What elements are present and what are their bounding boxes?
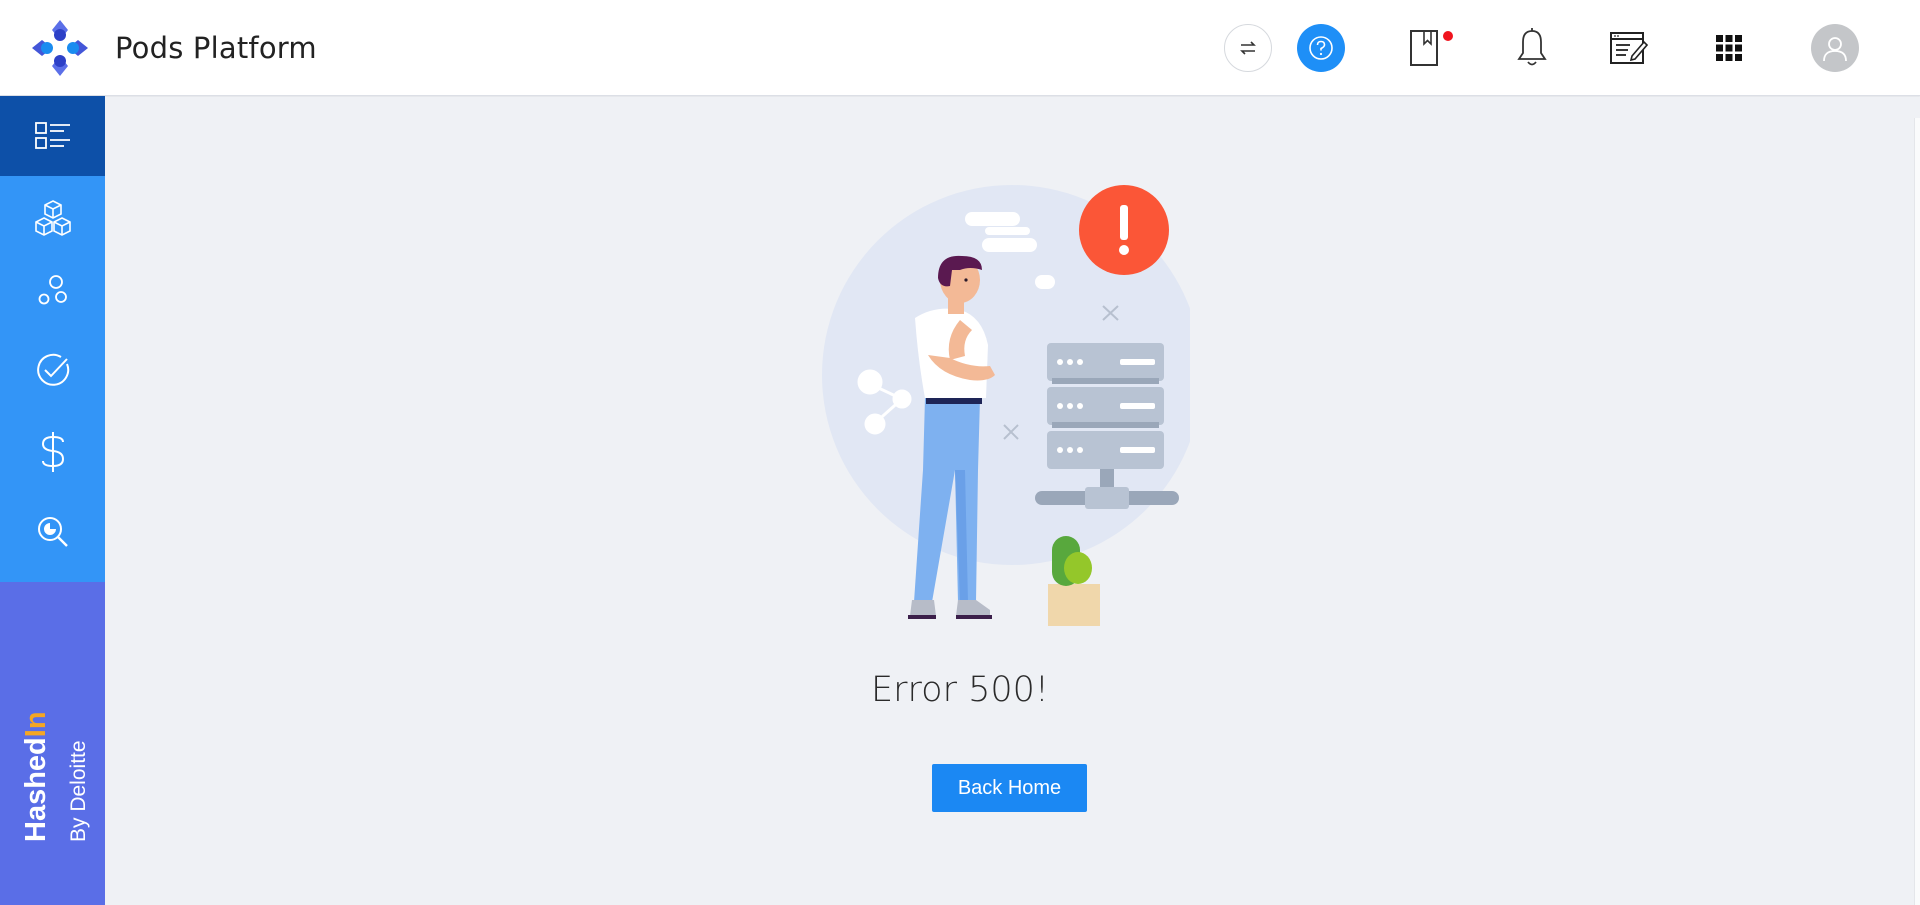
back-home-button[interactable]: Back Home [932,764,1087,812]
apps-grid-button[interactable] [1709,28,1749,68]
user-avatar-button[interactable] [1811,24,1859,72]
brand-logo: HashedIn By Deloitte [8,582,108,905]
list-icon [34,122,70,149]
bookmark-button[interactable] [1402,26,1446,70]
brand-name: HashedIn [20,711,52,842]
search-analytics-icon [37,517,68,547]
user-avatar-icon [1823,37,1847,62]
sidebar-item-cubes[interactable] [0,178,105,258]
error-title: Error 500! [871,670,1049,710]
notifications-button[interactable] [1510,25,1554,71]
sidebar-item-bubbles[interactable] [0,250,105,330]
app-title: Pods Platform [115,31,317,65]
dollar-icon [41,432,64,472]
server-error-illustration [822,185,1190,626]
brand-panel: HashedIn By Deloitte [0,582,105,905]
help-button[interactable] [1297,24,1345,72]
left-sidebar: HashedIn By Deloitte [0,96,105,905]
notes-icon [1610,32,1648,64]
notes-button[interactable] [1606,26,1650,70]
sidebar-item-finance[interactable] [0,412,105,492]
cubes-icon [34,200,71,236]
pods-logo-icon[interactable] [30,18,90,78]
swap-icon [1240,41,1256,55]
bookmark-icon [1410,30,1438,66]
check-circle-icon [36,353,69,386]
sidebar-item-insights[interactable] [0,492,105,572]
swap-button[interactable] [1224,24,1272,72]
help-icon [1309,36,1333,60]
apps-grid-icon [1716,35,1742,61]
bubbles-icon [38,275,67,305]
scrollbar-track[interactable] [1914,118,1920,905]
top-header: Pods Platform [0,0,1920,96]
notification-dot [1443,31,1453,41]
bell-icon [1517,28,1547,66]
sidebar-item-list[interactable] [0,96,105,176]
sidebar-item-tasks[interactable] [0,331,105,411]
brand-tagline: By Deloitte [67,740,90,842]
